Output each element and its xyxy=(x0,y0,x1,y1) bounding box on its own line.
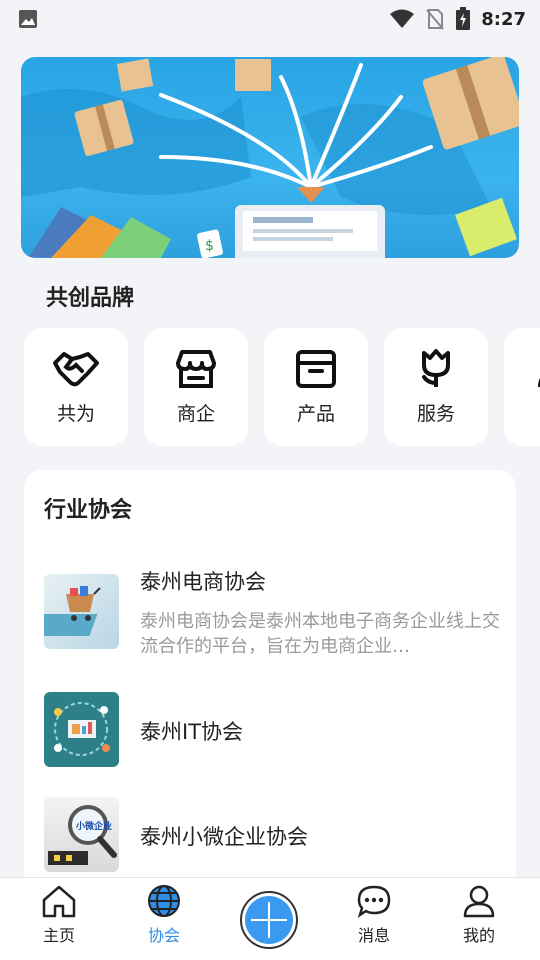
user-icon xyxy=(462,884,496,918)
association-name: 泰州电商协会 xyxy=(140,570,266,594)
brand-item-label: 产品 xyxy=(296,402,335,425)
brand-section-title: 共创品牌 xyxy=(46,286,135,311)
association-name: 泰州IT协会 xyxy=(140,720,244,744)
brand-item-label: 服务 xyxy=(416,402,455,425)
no-sim-icon xyxy=(425,8,445,30)
thumbnail-caption: 小微企业 xyxy=(76,822,113,832)
bottom-nav: 主页 协会 消息 我的 xyxy=(0,877,540,960)
home-icon xyxy=(41,884,77,918)
banner-illustration: $ xyxy=(21,57,519,258)
brand-item-label: 共为 xyxy=(56,402,95,425)
add-button[interactable] xyxy=(240,891,298,949)
nav-label: 协会 xyxy=(147,926,180,945)
nav-messages[interactable]: 消息 xyxy=(334,884,414,954)
brand-item-zhuan[interactable]: 专 xyxy=(504,328,540,446)
wifi-icon xyxy=(389,9,415,29)
status-bar: 8:27 xyxy=(0,0,540,38)
brand-item-gongwei[interactable]: 共为 xyxy=(24,328,128,446)
association-section-title: 行业协会 xyxy=(44,498,133,523)
nav-label: 主页 xyxy=(42,926,75,945)
promo-banner[interactable]: $ xyxy=(21,57,519,258)
brand-row: 共为 商企 产品 服务 xyxy=(24,328,540,446)
nav-label: 我的 xyxy=(462,926,495,945)
storefront-icon xyxy=(174,349,218,389)
association-item-it[interactable]: 泰州IT协会 xyxy=(44,692,504,767)
association-card: 行业协会 泰州电商协会 泰州电商协会是泰州本地电子商务企业线上交流合作的平台，旨… xyxy=(24,470,516,890)
association-thumbnail: 小微企业 xyxy=(44,797,119,872)
flower-icon xyxy=(418,348,454,389)
association-name: 泰州小微企业协会 xyxy=(140,825,308,849)
brand-item-shangqi[interactable]: 商企 xyxy=(144,328,248,446)
nav-association[interactable]: 协会 xyxy=(124,884,204,954)
person-icon xyxy=(536,349,540,389)
brand-item-label: 商企 xyxy=(176,402,215,425)
image-icon xyxy=(18,9,38,29)
box-icon xyxy=(296,349,336,389)
association-item-ecommerce[interactable]: 泰州电商协会 泰州电商协会是泰州本地电子商务企业线上交流合作的平台，旨在为电商企… xyxy=(44,566,504,657)
brand-item-service[interactable]: 服务 xyxy=(384,328,488,446)
association-thumbnail xyxy=(44,692,119,767)
association-item-small-business[interactable]: 小微企业 泰州小微企业协会 xyxy=(44,797,504,872)
svg-text:$: $ xyxy=(205,238,214,254)
status-time: 8:27 xyxy=(481,8,526,30)
brand-item-product[interactable]: 产品 xyxy=(264,328,368,446)
nav-profile[interactable]: 我的 xyxy=(439,884,519,954)
battery-charging-icon xyxy=(455,7,471,31)
chat-bubble-icon xyxy=(356,884,392,918)
handshake-icon xyxy=(52,349,100,389)
nav-label: 消息 xyxy=(357,926,390,945)
association-description: 泰州电商协会是泰州本地电子商务企业线上交流合作的平台，旨在为电商企业… xyxy=(140,611,500,657)
globe-icon xyxy=(147,884,181,918)
nav-home[interactable]: 主页 xyxy=(19,884,99,954)
association-thumbnail xyxy=(44,574,119,649)
add-icon xyxy=(245,896,293,944)
